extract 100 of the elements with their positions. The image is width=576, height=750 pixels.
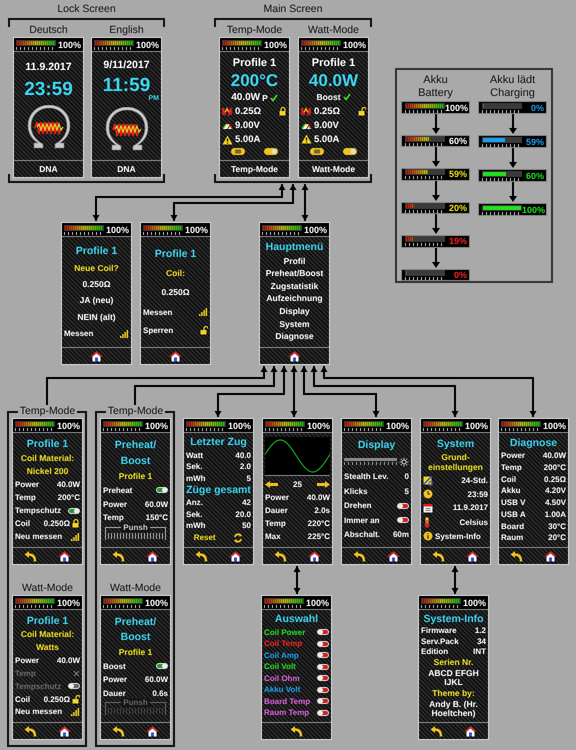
column-title: Akku lädt [490, 74, 536, 87]
setting-label: Sek. [186, 462, 202, 472]
screen-title: Züge gesamt [186, 484, 251, 496]
channel-label: Coil Amp [264, 650, 299, 660]
menu-text: 0.250Ω [81, 280, 112, 290]
setting-label: Watt [186, 450, 204, 460]
meter-scale-ticks [421, 604, 459, 608]
main-value: 200°C [230, 72, 280, 89]
home-icon [464, 726, 478, 736]
toggle-switch[interactable] [317, 640, 329, 647]
toggle-switch[interactable] [68, 508, 80, 514]
setting-label: Dauer [265, 506, 288, 515]
setting-label: Sperren [143, 326, 174, 336]
meter-scale-ticks [103, 604, 141, 608]
battery-percent: 20% [448, 202, 467, 213]
meter-scale-ticks [15, 604, 53, 608]
screen-subtitle: Serien Nr. [432, 658, 474, 668]
setting-value: 0 [404, 472, 409, 482]
setting-value: 60.0W [144, 500, 168, 509]
back-arrow-icon [194, 550, 208, 562]
toggle-switch[interactable] [317, 698, 329, 704]
setting-value: 11.9.2017 [452, 503, 488, 512]
screen-subtitle: Neue Coil? [73, 264, 120, 274]
meter-scale-ticks [143, 232, 181, 234]
reading-value: 9.00V [314, 120, 340, 131]
profile-name: Profile 1 [232, 57, 278, 69]
setting-label: Power [103, 675, 128, 684]
setting-value: Celsius [458, 518, 488, 527]
battery-percent: 100% [264, 40, 287, 50]
screen-title: Profile 1 [74, 246, 118, 257]
back-arrow-icon [290, 726, 303, 736]
meter-scale-ticks [262, 232, 300, 234]
toggle-switch[interactable] [317, 664, 329, 670]
brightness-slider[interactable] [344, 458, 397, 466]
setting-label: Max [265, 532, 281, 541]
battery-percent: 100% [445, 102, 468, 112]
toggle-switch[interactable] [397, 502, 409, 509]
toggle-switch[interactable] [317, 686, 329, 693]
screen-title: Boost [120, 456, 152, 467]
footer-label: DNA [117, 164, 136, 174]
toggle-switch[interactable] [317, 629, 329, 636]
meter-scale-ticks [94, 46, 132, 50]
meter-scale-ticks [482, 212, 520, 215]
home-icon [146, 726, 160, 736]
reading-value: 0.25Ω [235, 106, 262, 117]
setting-value: 5 [404, 486, 409, 496]
toggle-switch[interactable] [317, 675, 329, 682]
toggle-switch[interactable] [317, 710, 329, 716]
menu-text: Aufzeichnung [265, 294, 324, 304]
toggle-switch[interactable] [397, 517, 409, 524]
back-arrow-icon [432, 550, 445, 562]
setting-label: Neu messen [15, 532, 62, 542]
battery-percent: 100% [304, 224, 327, 234]
setting-label: Messen [143, 308, 172, 317]
setting-label: Temp [265, 519, 286, 528]
menu-text: Andy B. (Hr. Hoeltchen) [428, 700, 479, 718]
setting-value: 23:59 [466, 490, 488, 499]
setting-value: 20.0 [235, 510, 251, 519]
screen-title: Preheat/ [114, 440, 158, 451]
back-arrow-icon [510, 550, 523, 562]
meter-scale-ticks [405, 176, 443, 180]
meter-scale-ticks [423, 428, 461, 430]
screen-subtitle: Nickel 200 [26, 467, 70, 476]
setting-label: mWh [186, 474, 206, 483]
setting-value: 40.0W [56, 480, 80, 490]
battery-percent: 60% [526, 170, 544, 181]
toggle-switch[interactable] [156, 487, 168, 494]
coil-icon [222, 107, 233, 116]
back-arrow-icon [112, 550, 125, 562]
setting-label: Firmware [421, 626, 457, 636]
setting-label: Board [501, 522, 524, 531]
setting-value: 60.0W [144, 675, 168, 684]
group-title: Lock Screen [56, 3, 117, 15]
setting-label: Sek. [186, 510, 202, 519]
reset-label[interactable]: Reset [194, 533, 216, 542]
setting-value: 200°C [544, 463, 566, 472]
setting-value: 200°C [58, 493, 80, 502]
screen-caption: Deutsch [28, 24, 69, 36]
cross-icon [73, 670, 80, 678]
time-text: 23:59 [23, 80, 74, 98]
meter-scale-ticks [103, 428, 141, 430]
setting-label: mWh [186, 521, 206, 530]
meter-scale-ticks [15, 428, 53, 430]
speedometer-icon [222, 121, 233, 130]
setting-label: USB V [501, 498, 526, 508]
screen-title: Diagnose [508, 438, 558, 449]
reading-value: 9.00V [235, 120, 261, 131]
meter-scale-ticks [482, 110, 520, 113]
battery-percent: 100% [56, 420, 80, 430]
channel-label: Raum Temp [264, 708, 310, 718]
toggle-switch[interactable] [317, 652, 329, 658]
setting-label: Raum [501, 533, 524, 542]
screen-title: System-Info [422, 614, 485, 625]
menu-text: System [278, 320, 311, 330]
channel-label: Board Temp [264, 696, 310, 706]
warning-icon [222, 134, 233, 144]
setting-label: Power [103, 500, 128, 509]
channel-label: Coil Volt [264, 662, 296, 672]
footer-label: DNA [39, 164, 58, 174]
toggle-switch[interactable] [156, 663, 168, 670]
